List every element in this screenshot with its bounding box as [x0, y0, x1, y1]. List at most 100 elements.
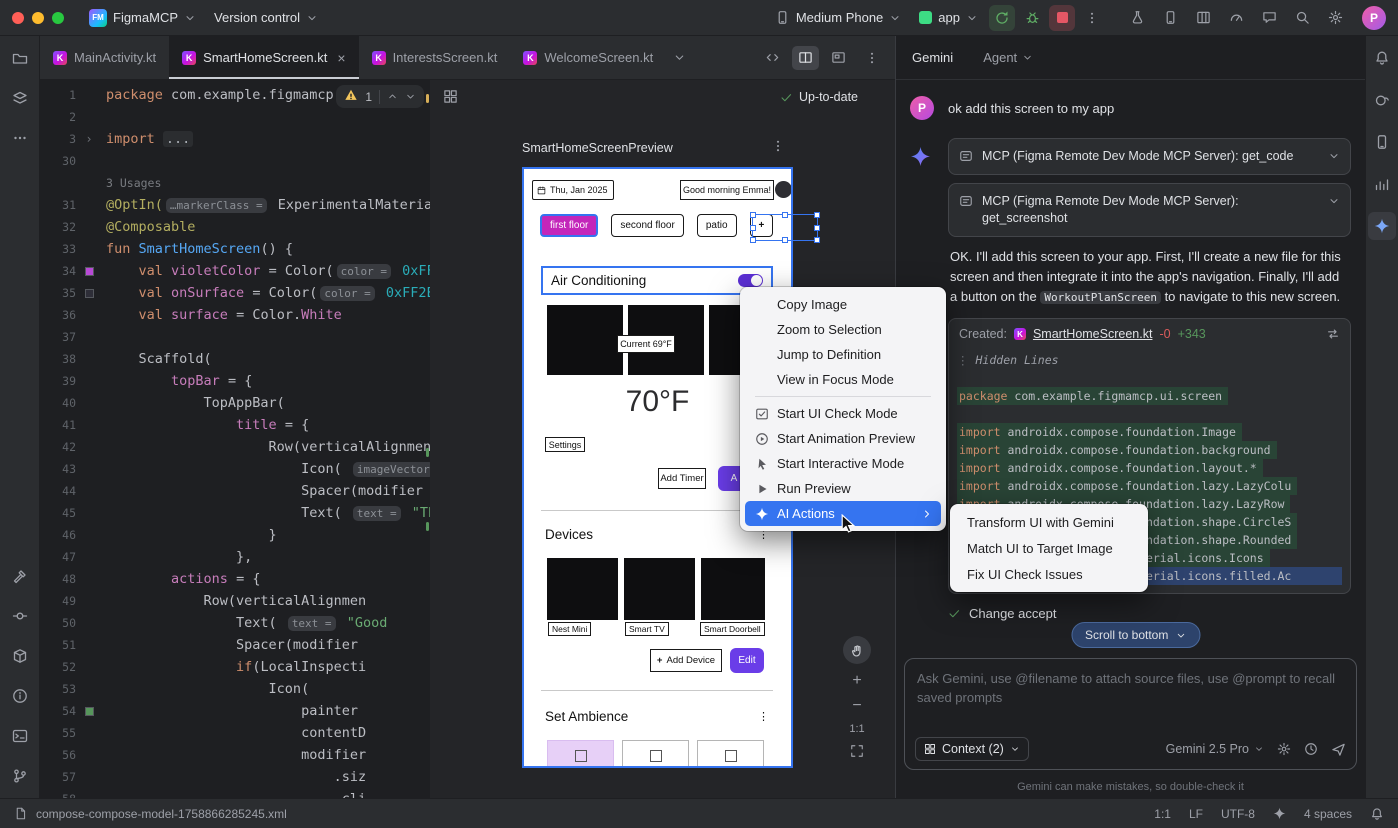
commit-icon[interactable] — [6, 602, 34, 630]
ambience-kebab-icon[interactable]: ⋮ — [758, 710, 769, 723]
status-utf-8[interactable]: UTF-8 — [1221, 807, 1255, 821]
error-stripe-warning[interactable] — [426, 94, 429, 103]
selection-handles[interactable] — [752, 214, 818, 241]
history-icon[interactable] — [1304, 742, 1318, 756]
status-breadcrumb[interactable]: compose-compose-model-1758866285245.xml — [36, 807, 287, 821]
code-view-button[interactable] — [759, 46, 786, 70]
gemini-status-icon[interactable] — [1273, 807, 1286, 820]
tab-gemini[interactable]: Gemini — [912, 50, 953, 65]
menu-item-ai-actions[interactable]: AI Actions — [745, 501, 941, 526]
mcp-get-code-card[interactable]: MCP (Figma Remote Dev Mode MCP Server): … — [948, 138, 1351, 175]
hidden-tabs-dropdown[interactable] — [666, 36, 692, 79]
status-1-1[interactable]: 1:1 — [1154, 807, 1171, 821]
menu-item-zoom-to-selection[interactable]: Zoom to Selection — [745, 317, 941, 342]
more-run-actions-button[interactable] — [1079, 5, 1105, 31]
app-quality-insights-icon[interactable] — [1368, 170, 1396, 198]
send-icon[interactable] — [1331, 742, 1346, 757]
expand-chevron-icon[interactable] — [1328, 195, 1340, 207]
error-stripe-change[interactable] — [426, 448, 429, 457]
status-indent[interactable]: 4 spaces — [1304, 807, 1352, 821]
inspection-widget[interactable]: 1 — [336, 85, 424, 108]
notifications-icon[interactable] — [1368, 44, 1396, 72]
submenu-item-transform-ui-with-gemini[interactable]: Transform UI with Gemini — [955, 509, 1143, 535]
gradle-icon[interactable] — [1368, 86, 1396, 114]
gemini-prompt-input[interactable]: Ask Gemini, use @filename to attach sour… — [904, 658, 1357, 770]
editor-tab-mainactivity-kt[interactable]: KMainActivity.kt — [40, 36, 169, 79]
profiler-icon[interactable] — [1224, 5, 1249, 30]
zoom-in-button[interactable]: + — [852, 673, 861, 689]
tab-agent[interactable]: Agent — [983, 50, 1033, 65]
error-stripe-change[interactable] — [426, 522, 429, 531]
floor-chip-second-floor[interactable]: second floor — [611, 214, 683, 237]
close-tab-icon[interactable]: × — [337, 51, 345, 65]
floor-chip-patio[interactable]: patio — [697, 214, 737, 237]
status-notifications-icon[interactable] — [1370, 807, 1384, 821]
prev-issue-icon[interactable] — [387, 91, 398, 102]
device-manager-icon[interactable] — [1368, 128, 1396, 156]
stop-button[interactable] — [1049, 5, 1075, 31]
build-variants-icon[interactable] — [6, 642, 34, 670]
gemini-settings-icon[interactable] — [1277, 742, 1291, 756]
menu-item-jump-to-definition[interactable]: Jump to Definition — [745, 342, 941, 367]
mcp-get-screenshot-card[interactable]: MCP (Figma Remote Dev Mode MCP Server): … — [948, 183, 1351, 237]
layout-inspector-icon[interactable] — [1191, 5, 1216, 30]
preview-grid-icon[interactable] — [443, 89, 458, 104]
zoom-out-button[interactable]: − — [852, 698, 861, 714]
editor-tab-interestsscreen-kt[interactable]: KInterestsScreen.kt — [359, 36, 511, 79]
settings-icon[interactable] — [1323, 5, 1348, 30]
created-file-link[interactable]: SmartHomeScreen.kt — [1033, 327, 1152, 341]
gemini-tool-icon[interactable] — [1368, 212, 1396, 240]
project-tool-icon[interactable] — [6, 44, 34, 72]
menu-item-start-animation-preview[interactable]: Start Animation Preview — [745, 426, 941, 451]
window-minimize-button[interactable] — [32, 12, 44, 24]
context-chip[interactable]: Context (2) — [915, 737, 1029, 761]
search-everywhere-icon[interactable] — [1290, 5, 1315, 30]
add-device-button[interactable]: + Add Device — [650, 649, 722, 672]
window-close-button[interactable] — [12, 12, 24, 24]
terminal-icon[interactable] — [6, 722, 34, 750]
problems-icon[interactable] — [6, 682, 34, 710]
expand-chevron-icon[interactable] — [1328, 150, 1340, 162]
status-lf[interactable]: LF — [1189, 807, 1203, 821]
preview-options-kebab-icon[interactable] — [771, 139, 785, 153]
device-selector[interactable]: Medium Phone — [768, 6, 908, 29]
split-view-button[interactable] — [792, 46, 819, 70]
scroll-to-bottom-button[interactable]: Scroll to bottom — [1071, 622, 1200, 648]
run-config-selector[interactable]: app — [912, 6, 985, 29]
air-conditioning-header[interactable]: Air Conditioning — [541, 266, 773, 295]
editor-tab-welcomescreen-kt[interactable]: KWelcomeScreen.kt — [510, 36, 666, 79]
menu-item-start-ui-check-mode[interactable]: Start UI Check Mode — [745, 401, 941, 426]
pan-tool-button[interactable] — [843, 636, 871, 664]
design-view-button[interactable] — [825, 46, 852, 70]
debug-button[interactable] — [1019, 5, 1045, 31]
menu-item-start-interactive-mode[interactable]: Start Interactive Mode — [745, 451, 941, 476]
version-control-icon[interactable] — [6, 762, 34, 790]
floor-chip-first-floor[interactable]: first floor — [540, 214, 598, 237]
menu-item-run-preview[interactable]: Run Preview — [745, 476, 941, 501]
code-editor[interactable]: 1package com.example.figmamcp.u23›import… — [40, 80, 430, 798]
device-streaming-icon[interactable] — [1125, 5, 1150, 30]
next-issue-icon[interactable] — [405, 91, 416, 102]
project-widget[interactable]: FM FigmaMCP — [82, 5, 203, 31]
vcs-widget[interactable]: Version control — [207, 6, 325, 29]
menu-item-copy-image[interactable]: Copy Image — [745, 292, 941, 317]
feedback-icon[interactable] — [1257, 5, 1282, 30]
running-devices-icon[interactable] — [1158, 5, 1183, 30]
submenu-item-fix-ui-check-issues[interactable]: Fix UI Check Issues — [955, 561, 1143, 587]
editor-tab-smarthomescreen-kt[interactable]: KSmartHomeScreen.kt× — [169, 36, 358, 79]
model-selector[interactable]: Gemini 2.5 Pro — [1166, 742, 1264, 756]
zoom-level-label[interactable]: 1:1 — [849, 723, 864, 735]
more-tool-windows-icon[interactable] — [6, 124, 34, 152]
menu-item-view-in-focus-mode[interactable]: View in Focus Mode — [745, 367, 941, 392]
edit-button[interactable]: Edit — [730, 648, 764, 673]
build-icon[interactable] — [6, 562, 34, 590]
editor-options-kebab-icon[interactable] — [858, 46, 885, 70]
open-diff-icon[interactable] — [1326, 327, 1340, 341]
rerun-button[interactable] — [989, 5, 1015, 31]
hidden-lines-row[interactable]: ⋮Hidden Lines — [957, 351, 1342, 369]
ac-toggle[interactable] — [738, 274, 763, 287]
resource-manager-icon[interactable] — [6, 84, 34, 112]
add-timer-button[interactable]: Add Timer — [658, 468, 706, 489]
submenu-item-match-ui-to-target-image[interactable]: Match UI to Target Image — [955, 535, 1143, 561]
window-zoom-button[interactable] — [52, 12, 64, 24]
